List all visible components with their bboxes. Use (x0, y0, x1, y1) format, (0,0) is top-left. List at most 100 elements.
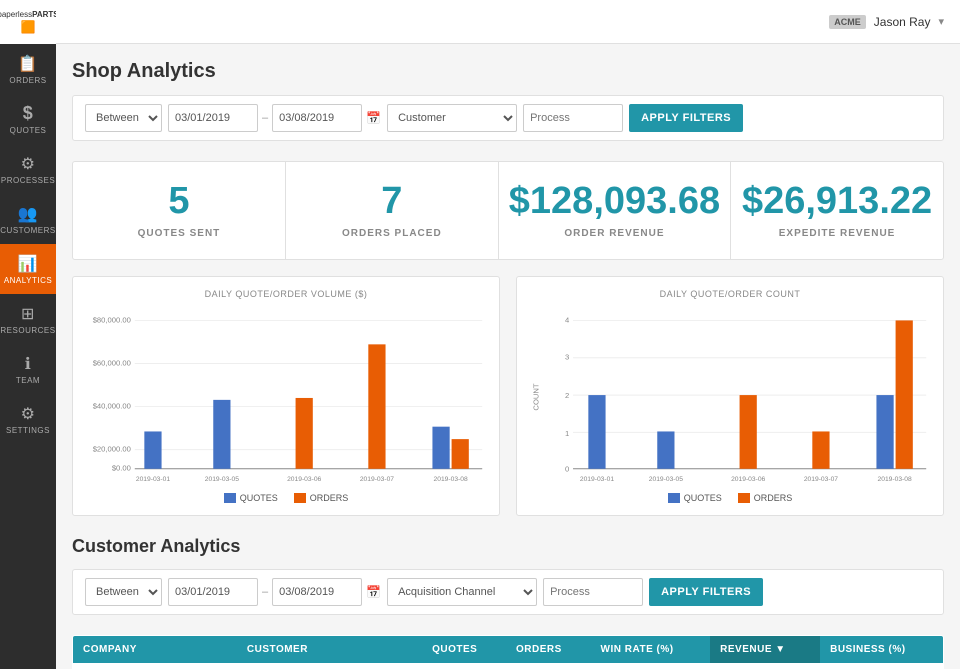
svg-text:$40,000.00: $40,000.00 (93, 401, 131, 410)
customer-date-from-input[interactable] (168, 578, 258, 606)
customer-date-to-input[interactable] (272, 578, 362, 606)
bar (812, 431, 829, 468)
col-win-rate: WIN RATE (%) (591, 636, 711, 664)
svg-text:$60,000.00: $60,000.00 (93, 358, 131, 367)
customer-filter-bar: Between – 📅 Acquisition Channel APPLY FI… (72, 569, 944, 615)
count-orders-legend: ORDERS (738, 493, 793, 503)
user-name: Jason Ray (874, 15, 931, 29)
svg-text:2019-03-05: 2019-03-05 (205, 476, 239, 483)
order-revenue-label: ORDER REVENUE (564, 228, 664, 239)
cell-customer: Todd Dewey (237, 663, 422, 669)
orders-placed-value: 7 (381, 182, 402, 220)
count-chart-svg: COUNT 4 3 2 1 0 (529, 307, 931, 487)
sidebar-item-customers[interactable]: 👥 Customers (0, 194, 56, 244)
svg-text:2019-03-05: 2019-03-05 (649, 476, 683, 483)
sidebar-item-processes[interactable]: ⚙ Processes (0, 144, 56, 194)
bar (740, 395, 757, 469)
bar (432, 427, 449, 469)
sidebar-item-orders-label: Orders (9, 76, 46, 85)
main-content: ACME Jason Ray ▾ Shop Analytics Between … (56, 0, 960, 669)
customer-calendar-icon[interactable]: 📅 (366, 585, 381, 599)
customers-icon: 👥 (18, 204, 38, 224)
customer-analytics-title: Customer Analytics (72, 536, 944, 557)
page-content: Shop Analytics Between – 📅 Customer APPL… (56, 44, 960, 669)
sidebar-item-orders[interactable]: 📋 Orders (0, 44, 56, 94)
customer-apply-filters-button[interactable]: APPLY FILTERS (649, 578, 763, 606)
date-range-select[interactable]: Between (85, 104, 162, 132)
sidebar-item-analytics[interactable]: 📊 Analytics (0, 244, 56, 294)
svg-text:3: 3 (565, 353, 569, 362)
resources-icon: ⊞ (21, 304, 35, 324)
count-chart-legend: QUOTES ORDERS (529, 493, 931, 503)
orders-placed-label: ORDERS PLACED (342, 228, 442, 239)
volume-chart-svg: $80,000.00 $60,000.00 $40,000.00 $20,000… (85, 307, 487, 487)
order-revenue-stat: $128,093.68 ORDER REVENUE (499, 162, 731, 259)
customer-process-input[interactable] (543, 578, 643, 606)
quotes-sent-stat: 5 QUOTES SENT (73, 162, 286, 259)
expedite-revenue-value: $26,913.22 (742, 182, 932, 220)
calendar-icon[interactable]: 📅 (366, 111, 381, 125)
svg-text:2019-03-08: 2019-03-08 (434, 476, 468, 483)
svg-text:2019-03-01: 2019-03-01 (136, 476, 170, 483)
svg-text:2019-03-07: 2019-03-07 (804, 476, 838, 483)
date-to-input[interactable] (272, 104, 362, 132)
sidebar-item-team-label: Team (16, 376, 40, 385)
svg-text:2019-03-07: 2019-03-07 (360, 476, 394, 483)
col-customer: CUSTOMER (237, 636, 422, 664)
customer-date-separator: – (262, 586, 268, 598)
sidebar-item-resources[interactable]: ⊞ Resources (0, 294, 56, 344)
svg-text:$20,000.00: $20,000.00 (93, 445, 131, 454)
acquisition-select[interactable]: Acquisition Channel (387, 578, 537, 606)
volume-chart-legend: QUOTES ORDERS (85, 493, 487, 503)
customer-date-range-group: – 📅 (168, 578, 381, 606)
settings-icon: ⚙ (21, 404, 36, 424)
sidebar-item-customers-label: Customers (0, 226, 55, 235)
customer-select[interactable]: Customer (387, 104, 517, 132)
sidebar-item-settings[interactable]: ⚙ Settings (0, 394, 56, 444)
volume-orders-label: ORDERS (310, 493, 349, 503)
sidebar-item-analytics-label: Analytics (4, 276, 52, 285)
svg-text:$0.00: $0.00 (112, 464, 131, 473)
sidebar-item-processes-label: Processes (1, 176, 55, 185)
cell-quotes: 0 (422, 663, 506, 669)
count-quotes-legend: QUOTES (668, 493, 722, 503)
volume-chart-area: $80,000.00 $60,000.00 $40,000.00 $20,000… (85, 307, 487, 487)
date-separator: – (262, 112, 268, 124)
stats-row: 5 QUOTES SENT 7 ORDERS PLACED $128,093.6… (72, 161, 944, 260)
col-orders: ORDERS (506, 636, 591, 664)
table-row: Paperless Parts, Inc Todd Dewey 0 3 300 … (73, 663, 944, 669)
top-bar: ACME Jason Ray ▾ (56, 0, 960, 44)
quotes-sent-value: 5 (168, 182, 189, 220)
volume-quotes-legend: QUOTES (224, 493, 278, 503)
svg-text:4: 4 (565, 315, 570, 324)
cell-orders: 3 (506, 663, 591, 669)
cell-company: Paperless Parts, Inc (73, 663, 237, 669)
svg-text:2019-03-08: 2019-03-08 (878, 476, 912, 483)
svg-text:$80,000.00: $80,000.00 (93, 315, 131, 324)
count-chart-container: DAILY QUOTE/ORDER COUNT COUNT 4 3 2 1 0 (516, 276, 944, 516)
bar (588, 395, 605, 469)
svg-text:2: 2 (565, 391, 569, 400)
process-input[interactable] (523, 104, 623, 132)
orders-icon: 📋 (18, 54, 38, 74)
col-quotes: QUOTES (422, 636, 506, 664)
user-dropdown-icon[interactable]: ▾ (938, 15, 944, 28)
expedite-revenue-stat: $26,913.22 EXPEDITE REVENUE (731, 162, 943, 259)
bar (368, 344, 385, 468)
date-from-input[interactable] (168, 104, 258, 132)
shop-apply-filters-button[interactable]: APPLY FILTERS (629, 104, 743, 132)
bar (876, 395, 893, 469)
sidebar-item-quotes[interactable]: $ Quotes (0, 94, 56, 144)
svg-text:1: 1 (565, 429, 569, 438)
col-revenue[interactable]: REVENUE ▼ (710, 636, 820, 664)
charts-row: DAILY QUOTE/ORDER VOLUME ($) $80,000.00 … (72, 276, 944, 516)
sidebar-item-team[interactable]: ℹ Team (0, 344, 56, 394)
bar (213, 400, 230, 469)
date-range-group: – 📅 (168, 104, 381, 132)
volume-quotes-label: QUOTES (240, 493, 278, 503)
customer-date-range-select[interactable]: Between (85, 578, 162, 606)
bar (452, 439, 469, 469)
count-orders-label: ORDERS (754, 493, 793, 503)
sidebar-item-resources-label: Resources (0, 326, 55, 335)
quotes-sent-label: QUOTES SENT (138, 228, 221, 239)
